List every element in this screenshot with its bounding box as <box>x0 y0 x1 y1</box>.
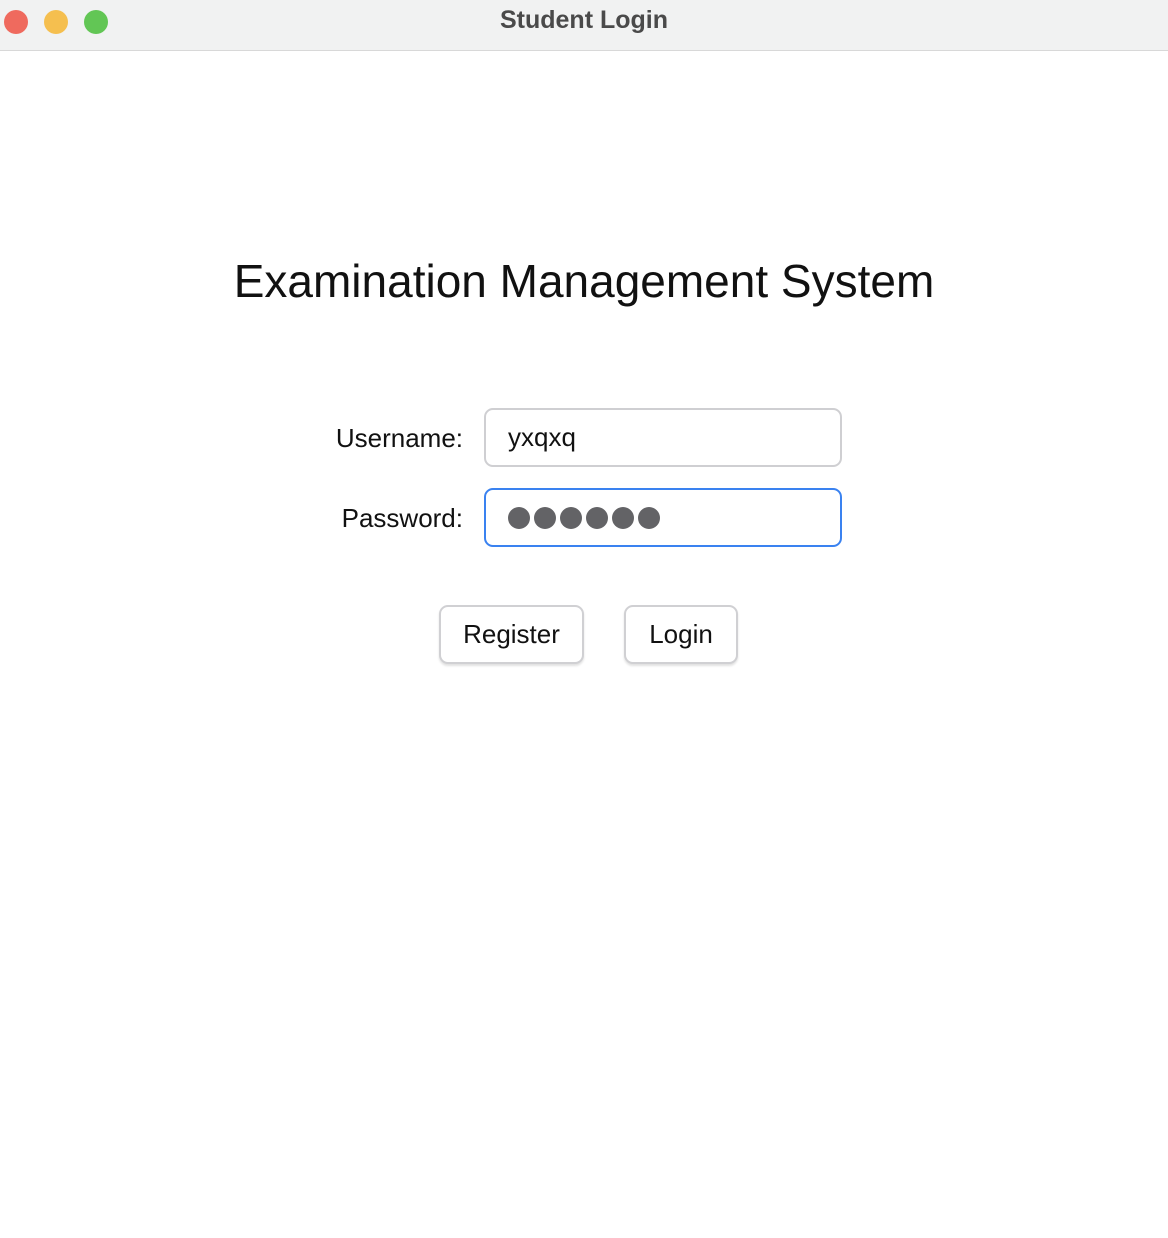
window-title: Student Login <box>499 6 669 34</box>
title-bar: Student Login <box>0 0 1168 51</box>
login-button[interactable]: Login <box>624 605 738 664</box>
username-input[interactable]: yxqxq <box>484 408 842 467</box>
page-title: Examination Management System <box>233 255 935 307</box>
register-button[interactable]: Register <box>439 605 584 664</box>
password-label: Password: <box>341 503 463 533</box>
password-input[interactable] <box>484 488 842 547</box>
username-value: yxqxq <box>508 422 576 452</box>
password-mask-dot <box>612 506 634 529</box>
username-label: Username: <box>335 423 463 453</box>
password-mask-dot <box>586 506 608 529</box>
password-mask-dot <box>534 506 556 529</box>
password-mask-dot <box>560 506 582 529</box>
password-mask-dot <box>638 506 660 529</box>
password-mask-dot <box>508 506 530 529</box>
